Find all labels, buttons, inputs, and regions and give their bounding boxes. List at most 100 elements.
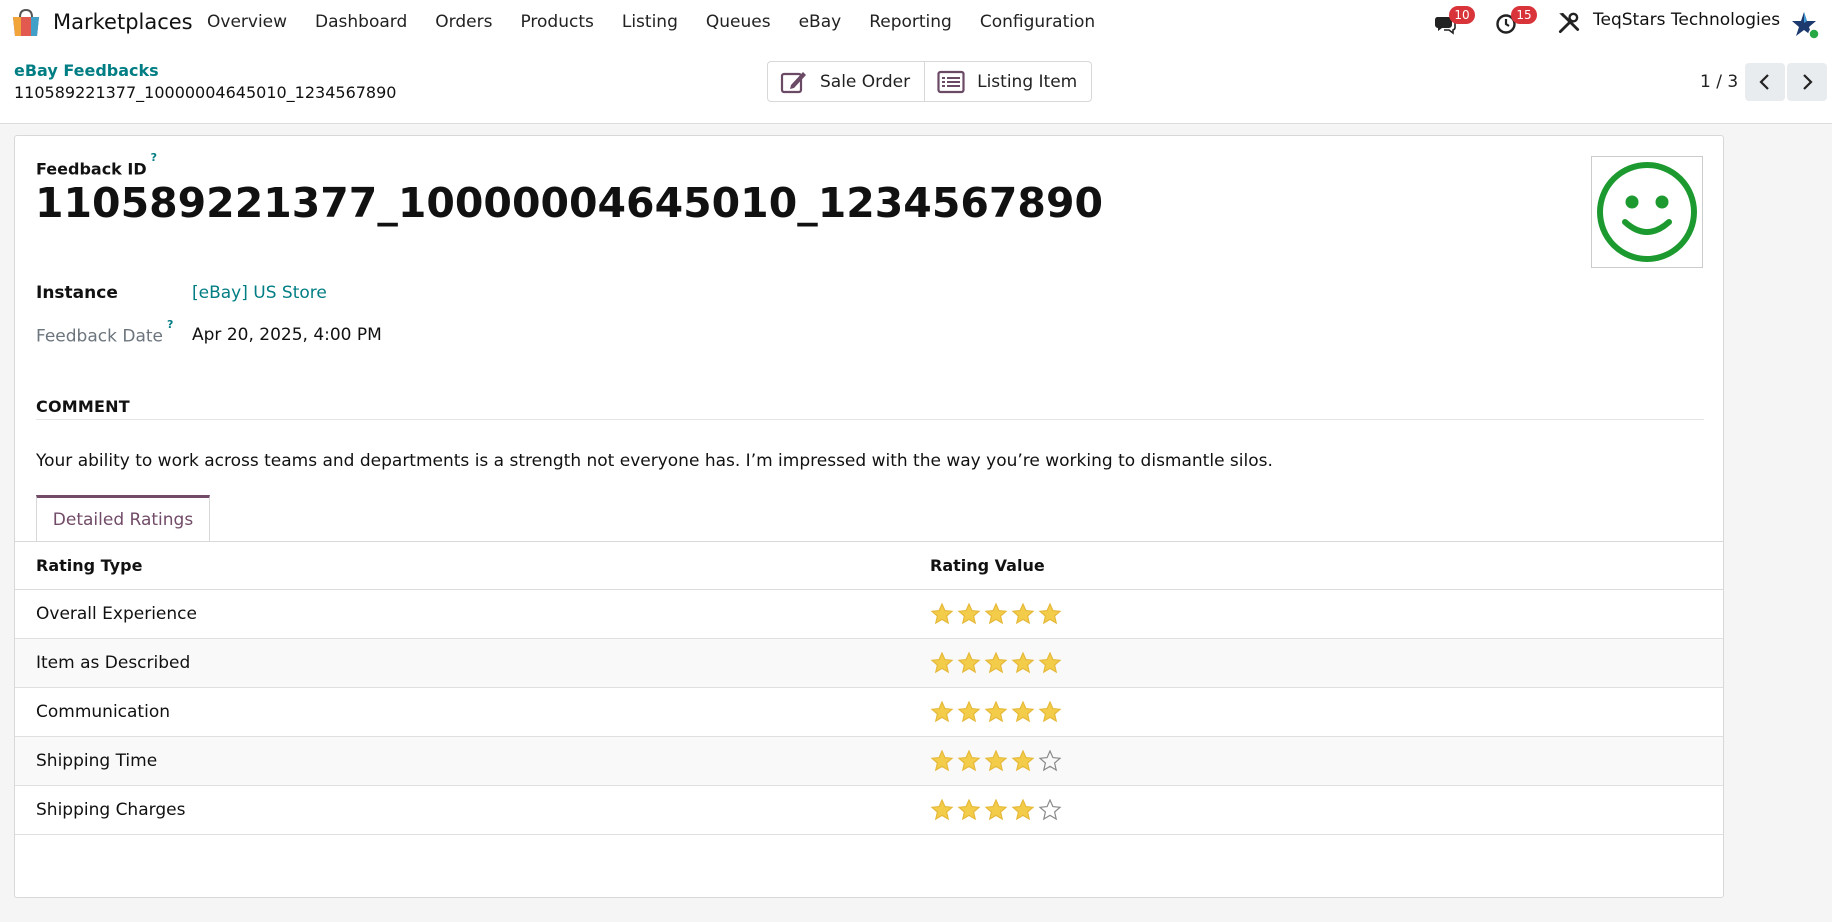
star-filled-icon[interactable] (1011, 602, 1035, 625)
feedback-image (1591, 156, 1703, 268)
feedback-date-label-text: Feedback Date (36, 326, 163, 347)
rating-value-cell[interactable] (930, 736, 1723, 786)
star-filled-icon[interactable] (984, 700, 1008, 723)
star-filled-icon[interactable] (1011, 749, 1035, 772)
listing-item-button[interactable]: Listing Item (924, 62, 1091, 101)
top-navbar: Marketplaces Overview Dashboard Orders P… (0, 0, 1832, 44)
menu-ebay[interactable]: eBay (785, 0, 856, 44)
messages-badge: 10 (1449, 6, 1475, 24)
star-filled-icon[interactable] (984, 749, 1008, 772)
star-filled-icon[interactable] (957, 651, 981, 674)
chevron-left-icon (1759, 74, 1769, 90)
star-rating[interactable] (930, 602, 1723, 625)
menu-configuration[interactable]: Configuration (966, 0, 1109, 44)
form-sheet: Feedback ID? 110589221377_10000004645010… (14, 135, 1724, 898)
tab-detailed-ratings[interactable]: Detailed Ratings (36, 495, 210, 542)
star-filled-icon[interactable] (1011, 700, 1035, 723)
menu-dashboard[interactable]: Dashboard (301, 0, 421, 44)
marketplaces-app-icon[interactable] (10, 8, 42, 38)
star-filled-icon[interactable] (930, 700, 954, 723)
table-row[interactable]: Overall Experience (15, 589, 1723, 639)
feedback-date-value[interactable]: Apr 20, 2025, 4:00 PM (192, 325, 382, 345)
comment-text: Your ability to work across teams and de… (36, 451, 1273, 471)
ratings-table-body: Overall Experience Item as Described Commu… (15, 589, 1723, 835)
menu-products[interactable]: Products (506, 0, 607, 44)
menu-queues[interactable]: Queues (692, 0, 785, 44)
menu-overview[interactable]: Overview (193, 0, 301, 44)
feedback-id-help[interactable]: ? (151, 151, 157, 164)
pager-next-button[interactable] (1787, 63, 1827, 101)
smart-buttons: Sale Order Listing Item (767, 61, 1093, 102)
instance-label: Instance (36, 283, 118, 303)
sale-order-button[interactable]: Sale Order (768, 62, 924, 101)
company-switcher[interactable]: TeqStars Technologies (1593, 10, 1780, 30)
star-filled-icon[interactable] (930, 798, 954, 821)
menu-reporting[interactable]: Reporting (855, 0, 966, 44)
main-menu: Overview Dashboard Orders Products Listi… (193, 0, 1109, 44)
smiley-icon (1597, 162, 1697, 262)
star-filled-icon[interactable] (984, 798, 1008, 821)
star-filled-icon[interactable] (957, 798, 981, 821)
star-rating[interactable] (930, 700, 1723, 723)
control-panel: eBay Feedbacks 110589221377_100000046450… (0, 44, 1832, 124)
list-icon (937, 70, 965, 93)
star-filled-icon[interactable] (1038, 651, 1062, 674)
star-filled-icon[interactable] (957, 749, 981, 772)
column-rating-value[interactable]: Rating Value (930, 542, 1723, 590)
star-filled-icon[interactable] (984, 651, 1008, 674)
breadcrumb-parent-link[interactable]: eBay Feedbacks (14, 61, 159, 80)
table-header-row: Rating Type Rating Value (15, 542, 1723, 590)
rating-value-cell[interactable] (930, 785, 1723, 835)
feedback-id-label-text: Feedback ID (36, 159, 147, 179)
breadcrumb-current: 110589221377_10000004645010_1234567890 (14, 83, 397, 102)
activities-badge: 15 (1511, 6, 1537, 24)
sale-order-label: Sale Order (820, 71, 911, 92)
table-row[interactable]: Communication (15, 687, 1723, 737)
rating-type-cell: Shipping Charges (15, 785, 930, 835)
star-filled-icon[interactable] (1038, 602, 1062, 625)
pager-previous-button[interactable] (1745, 63, 1785, 101)
star-rating[interactable] (930, 651, 1723, 674)
tools-icon[interactable] (1556, 10, 1582, 36)
pager-value[interactable]: 1 / 3 (1700, 72, 1738, 92)
rating-type-cell: Communication (15, 687, 930, 737)
star-empty-icon[interactable] (1038, 749, 1062, 772)
table-row[interactable]: Shipping Charges (15, 785, 1723, 835)
chevron-right-icon (1803, 74, 1813, 90)
star-filled-icon[interactable] (930, 749, 954, 772)
rating-type-cell: Shipping Time (15, 736, 930, 786)
instance-link[interactable]: [eBay] US Store (192, 283, 327, 303)
section-divider (36, 419, 1704, 420)
app-name[interactable]: Marketplaces (53, 10, 193, 34)
feedback-date-label: Feedback Date? (36, 318, 173, 347)
rating-value-cell[interactable] (930, 638, 1723, 688)
star-filled-icon[interactable] (957, 700, 981, 723)
rating-type-cell: Overall Experience (15, 589, 930, 639)
rating-type-cell: Item as Described (15, 638, 930, 688)
edit-icon (780, 71, 806, 93)
star-filled-icon[interactable] (1038, 700, 1062, 723)
listing-item-label: Listing Item (977, 71, 1078, 92)
menu-listing[interactable]: Listing (608, 0, 692, 44)
star-empty-icon[interactable] (1038, 798, 1062, 821)
messages-button[interactable]: 10 (1433, 6, 1475, 36)
feedback-id-value[interactable]: 110589221377_10000004645010_1234567890 (35, 179, 1103, 227)
column-rating-type[interactable]: Rating Type (15, 542, 930, 590)
star-filled-icon[interactable] (930, 602, 954, 625)
menu-orders[interactable]: Orders (421, 0, 506, 44)
star-filled-icon[interactable] (930, 651, 954, 674)
star-filled-icon[interactable] (1011, 651, 1035, 674)
star-filled-icon[interactable] (957, 602, 981, 625)
star-filled-icon[interactable] (984, 602, 1008, 625)
feedback-date-help[interactable]: ? (167, 318, 173, 331)
table-row[interactable]: Shipping Time (15, 736, 1723, 786)
rating-value-cell[interactable] (930, 687, 1723, 737)
star-rating[interactable] (930, 798, 1723, 821)
activities-button[interactable]: 15 (1495, 6, 1537, 36)
star-filled-icon[interactable] (1011, 798, 1035, 821)
rating-value-cell[interactable] (930, 589, 1723, 639)
star-rating[interactable] (930, 749, 1723, 772)
user-avatar[interactable] (1791, 10, 1820, 40)
table-row[interactable]: Item as Described (15, 638, 1723, 688)
user-star-icon (1792, 12, 1820, 40)
